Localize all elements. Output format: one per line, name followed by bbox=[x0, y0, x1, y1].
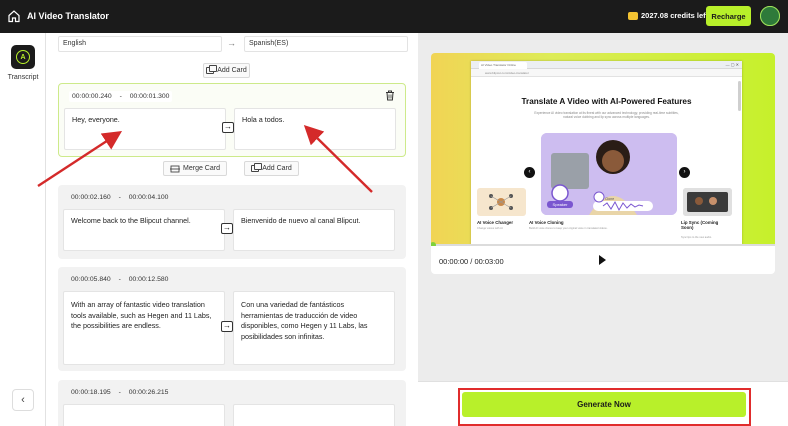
add-card-icon bbox=[206, 65, 218, 74]
add-card-label: Add Card bbox=[217, 67, 247, 74]
left-rail: A Transcript ‹ bbox=[0, 33, 46, 426]
source-text-field[interactable]: With an array of fantastic video transla… bbox=[63, 291, 225, 365]
caption-voice-cloning-sub: Build AI voice clones to keep your origi… bbox=[529, 227, 608, 230]
avatar-status-badge bbox=[760, 6, 780, 26]
woman-photo-image: Speaker Clone bbox=[541, 133, 677, 215]
top-bar: AI Video Translator 2027.08 credits left… bbox=[0, 0, 788, 33]
source-text-field[interactable] bbox=[63, 404, 225, 426]
target-language-select[interactable]: Spanish(ES) bbox=[244, 36, 408, 52]
transcript-tool-button[interactable]: A bbox=[11, 45, 35, 69]
voice-changer-thumbnail bbox=[477, 188, 526, 216]
card-start-time: 00:00:05.840 bbox=[71, 276, 111, 283]
merge-card-button[interactable]: Merge Card bbox=[163, 161, 227, 176]
add-card-button-top[interactable]: Add Card bbox=[203, 63, 250, 78]
chevron-left-icon: ‹ bbox=[524, 167, 535, 178]
recharge-button[interactable]: Recharge bbox=[706, 6, 751, 26]
generate-footer: Generate Now bbox=[418, 381, 788, 426]
caption-voice-cloning: AI Voice Cloning bbox=[529, 220, 564, 225]
transcript-label: Transcript bbox=[7, 74, 39, 81]
card-start-time: 00:00:02.160 bbox=[71, 194, 111, 201]
browser-tab: AI Video Translator Online bbox=[479, 62, 527, 69]
home-icon[interactable] bbox=[7, 9, 21, 23]
card-start-time: 00:00:00.240 bbox=[72, 93, 112, 100]
target-text-field[interactable]: Bienvenido de nuevo al canal Blipcut. bbox=[233, 209, 395, 251]
player-controls: 00:00:00 / 00:03:00 bbox=[431, 246, 775, 274]
add-card-label: Add Card bbox=[262, 165, 292, 172]
chevron-left-icon: ‹ bbox=[21, 394, 25, 406]
card-start-time: 00:00:18.195 bbox=[71, 389, 111, 396]
transcript-panel: English → Spanish(ES) Add Card 00:00:00.… bbox=[46, 33, 418, 426]
credits-display: 2027.08 credits left bbox=[628, 11, 708, 20]
translate-icon: A bbox=[16, 50, 30, 64]
card-end-time: 00:00:01.300 bbox=[129, 93, 170, 100]
card-timestamp[interactable]: 00:00:02.160 - 00:00:04.100 bbox=[68, 192, 171, 203]
generate-now-button[interactable]: Generate Now bbox=[462, 392, 746, 417]
browser-url-text: www.blipcut.com/video-translator bbox=[485, 71, 529, 75]
source-language-select[interactable]: English bbox=[58, 36, 222, 52]
subtitle-card[interactable]: 00:00:02.160 - 00:00:04.100 Welcome back… bbox=[58, 185, 406, 259]
app-title: AI Video Translator bbox=[27, 11, 109, 21]
speaker-badge-text: Speaker bbox=[553, 202, 569, 207]
arrow-right-icon: → bbox=[221, 223, 233, 234]
caption-voice-changer-sub: Change voices with AI. bbox=[477, 227, 504, 230]
preview-panel: AI Video Translator Online — ▢ ✕ www.bli… bbox=[418, 33, 788, 426]
arrow-right-icon: → bbox=[227, 38, 236, 48]
add-card-icon bbox=[251, 163, 263, 172]
playback-time: 00:00:00 / 00:03:00 bbox=[439, 257, 504, 266]
target-text-field[interactable]: Hola a todos. bbox=[234, 108, 396, 150]
time-separator: - bbox=[119, 93, 122, 100]
card-timestamp[interactable]: 00:00:00.240 - 00:00:01.300 bbox=[69, 91, 173, 102]
card-timestamp[interactable]: 00:00:18.195 - 00:00:26.215 bbox=[68, 387, 171, 398]
caption-voice-changer: AI Voice Changer bbox=[477, 220, 514, 225]
arrow-right-icon: → bbox=[221, 321, 233, 332]
arrow-right-icon: → bbox=[222, 122, 234, 133]
card-end-time: 00:00:26.215 bbox=[128, 389, 169, 396]
caption-lip-sync-sub: Sync lips to the new audio. bbox=[681, 236, 712, 239]
language-row: English → Spanish(ES) bbox=[58, 36, 408, 52]
time-separator: - bbox=[118, 276, 121, 283]
trash-icon[interactable] bbox=[385, 90, 395, 101]
web-page-title: Translate A Video with AI-Powered Featur… bbox=[521, 97, 692, 106]
card-end-time: 00:00:12.580 bbox=[128, 276, 169, 283]
browser-tab-bar: AI Video Translator Online — ▢ ✕ bbox=[471, 61, 742, 69]
time-separator: - bbox=[118, 194, 121, 201]
video-frame-browser: AI Video Translator Online — ▢ ✕ www.bli… bbox=[471, 61, 742, 245]
play-icon[interactable] bbox=[599, 255, 606, 265]
subtitle-card[interactable]: 00:00:05.840 - 00:00:12.580 With an arra… bbox=[58, 267, 406, 371]
window-controls-icon: — ▢ ✕ bbox=[725, 62, 739, 67]
add-card-button[interactable]: Add Card bbox=[244, 161, 299, 176]
time-separator: - bbox=[118, 389, 121, 396]
lip-sync-thumbnail bbox=[683, 188, 732, 216]
collapse-button[interactable]: ‹ bbox=[12, 389, 34, 411]
merge-card-label: Merge Card bbox=[183, 165, 220, 172]
subtitle-card[interactable]: 00:00:18.195 - 00:00:26.215 bbox=[58, 380, 406, 426]
credits-text: 2027.08 credits left bbox=[641, 11, 709, 20]
browser-url-bar: www.blipcut.com/video-translator bbox=[471, 69, 742, 77]
video-preview[interactable]: AI Video Translator Online — ▢ ✕ www.bli… bbox=[431, 53, 775, 246]
card-end-time: 00:00:04.100 bbox=[128, 194, 169, 201]
target-text-field[interactable] bbox=[233, 404, 395, 426]
target-text-field[interactable]: Con una variedad de fantásticos herramie… bbox=[233, 291, 395, 365]
clone-badge-text: Clone bbox=[605, 197, 614, 201]
web-page-subtitle: Experience AI video translation at its f… bbox=[534, 111, 679, 120]
caption-lip-sync: Lip Sync (Coming Soon) bbox=[681, 220, 719, 230]
chevron-right-icon: › bbox=[679, 167, 690, 178]
merge-icon bbox=[170, 165, 181, 172]
web-feature-image: Speaker Clone bbox=[541, 133, 677, 215]
credits-coin-icon bbox=[628, 11, 638, 20]
browser-scrollbar bbox=[738, 81, 741, 111]
card-timestamp[interactable]: 00:00:05.840 - 00:00:12.580 bbox=[68, 274, 171, 285]
source-text-field[interactable]: Welcome back to the Blipcut channel. bbox=[63, 209, 225, 251]
subtitle-card[interactable]: 00:00:00.240 - 00:00:01.300 Hey, everyon… bbox=[58, 83, 406, 157]
source-text-field[interactable]: Hey, everyone. bbox=[64, 108, 226, 150]
